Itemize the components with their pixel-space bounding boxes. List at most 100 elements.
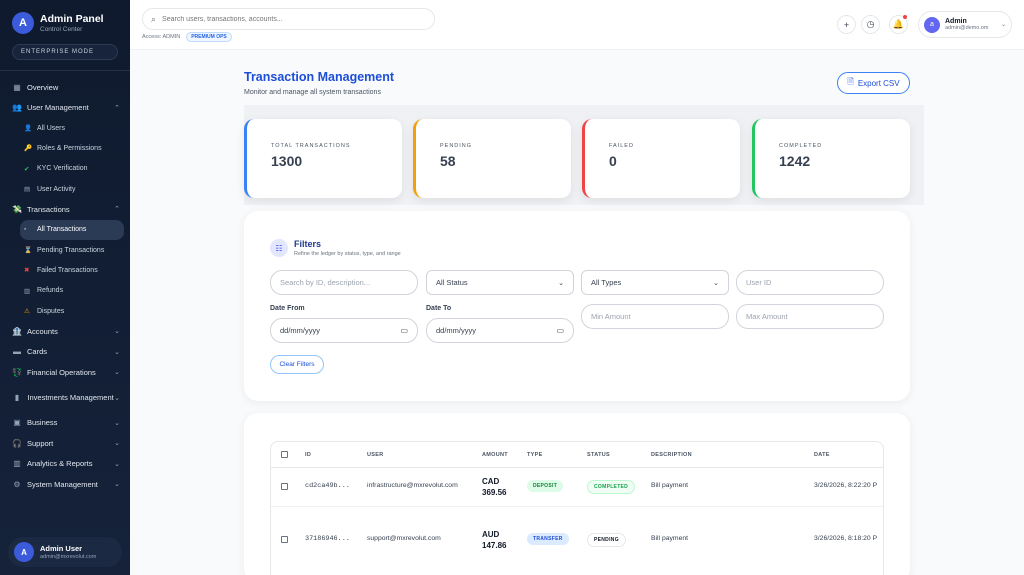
sidebar-item-label: Transactions (27, 204, 70, 214)
status-badge: PENDING (587, 533, 626, 547)
min-amount-placeholder: Min Amount (591, 312, 631, 321)
row-divider (271, 506, 883, 507)
brand: A Admin Panel Control Center (0, 0, 130, 40)
sidebar-item-analytics[interactable]: ▥ Analytics & Reports ⌄ (0, 454, 130, 475)
export-csv-button[interactable]: 🗎 Export CSV (837, 72, 910, 94)
column-header-date[interactable]: DATE (814, 452, 830, 458)
date-from-label: Date From (270, 305, 305, 312)
search-input[interactable] (162, 15, 403, 23)
row-id[interactable]: cd2ca49b... (305, 482, 350, 490)
notifications-button[interactable]: 🔔 (889, 15, 908, 34)
status-value: All Status (436, 278, 468, 287)
filters-panel: ☷ Filters Refine the ledger by status, t… (244, 211, 910, 401)
column-header-amount[interactable]: AMOUNT (482, 452, 508, 458)
row-description: Bill payment (651, 535, 689, 542)
check-circle-icon: ◷ (866, 19, 875, 29)
brand-title: Admin Panel (40, 13, 104, 25)
sidebar-item-support[interactable]: 🎧 Support ⌄ (0, 433, 130, 454)
sidebar-item-overview[interactable]: ▦ Overview (0, 77, 130, 98)
column-header-type[interactable]: TYPE (527, 452, 543, 458)
max-amount-placeholder: Max Amount (746, 312, 788, 321)
row-amount: 369.56 (482, 488, 507, 497)
column-header-description[interactable]: DESCRIPTION (651, 452, 692, 458)
analytics-icon: ▥ (13, 459, 21, 469)
sidebar-subitem-all-transactions[interactable]: ▪ All Transactions (20, 219, 124, 240)
clear-filters-button[interactable]: Clear Filters (270, 355, 324, 374)
sidebar-item-label: Financial Operations (27, 367, 96, 377)
hourglass-icon: ⌛ (24, 247, 33, 255)
min-amount-field[interactable]: Min Amount (581, 304, 729, 329)
page-title: Transaction Management (244, 70, 395, 84)
sidebar: A Admin Panel Control Center ENTERPRISE … (0, 0, 130, 575)
max-amount-field[interactable]: Max Amount (736, 304, 884, 329)
transactions-table: ID USER AMOUNT TYPE STATUS DESCRIPTION D… (270, 441, 884, 575)
global-search[interactable]: ⌕ (142, 8, 435, 30)
status-select[interactable]: All Status ⌄ (426, 270, 574, 295)
sidebar-item-label: Investments Management (27, 392, 114, 402)
transactions-table-panel: ID USER AMOUNT TYPE STATUS DESCRIPTION D… (244, 413, 910, 575)
sidebar-item-transactions[interactable]: 💸 Transactions ⌃ (0, 199, 130, 220)
add-button[interactable]: + (837, 15, 856, 34)
filters-subtitle: Refine the ledger by status, type, and r… (294, 251, 401, 257)
headset-icon: 🎧 (12, 438, 22, 448)
premium-badge: PREMIUM OPS (186, 32, 232, 42)
sidebar-item-cards[interactable]: ▬ Cards ⌄ (0, 342, 130, 363)
date-to-field[interactable]: dd/mm/yyyy ▭ (426, 318, 574, 343)
sidebar-subitem-failed-transactions[interactable]: ✖ Failed Transactions (20, 260, 124, 280)
chevron-down-icon: ⌄ (114, 481, 120, 489)
chevron-up-icon: ⌃ (114, 104, 120, 112)
row-description: Bill payment (651, 482, 689, 489)
stat-card-pending: PENDING 58 (413, 119, 571, 198)
user-id-field[interactable]: User ID (736, 270, 884, 295)
building-icon: ▣ (13, 418, 21, 428)
chevron-down-icon: ⌄ (1000, 22, 1006, 28)
avatar: A (14, 542, 34, 562)
select-all-checkbox[interactable] (281, 451, 288, 458)
mode-badge[interactable]: ENTERPRISE MODE (12, 44, 118, 60)
sliders-icon: ☷ (270, 239, 288, 257)
row-checkbox[interactable] (281, 483, 288, 490)
sidebar-subitem-label: All Users (37, 124, 66, 132)
sidebar-subitem-user-activity[interactable]: ▤ User Activity (20, 179, 124, 199)
column-header-user[interactable]: USER (367, 452, 383, 458)
row-id[interactable]: 37186946... (305, 535, 350, 543)
sidebar-item-label: Cards (27, 347, 48, 357)
sidebar-item-accounts[interactable]: 🏦 Accounts ⌄ (0, 321, 130, 342)
search-field[interactable]: Search by ID, description... (270, 270, 418, 295)
stats-row: TOTAL TRANSACTIONS 1300 PENDING 58 FAILE… (244, 105, 924, 205)
sidebar-user-card[interactable]: A Admin User admin@mxrevolut.com (8, 537, 122, 567)
status-button[interactable]: ◷ (861, 15, 880, 34)
stat-value: 1242 (779, 153, 811, 169)
key-icon: 🔑 (24, 145, 33, 153)
row-currency: CAD (482, 477, 500, 486)
sidebar-subitem-roles[interactable]: 🔑 Roles & Permissions (20, 138, 124, 158)
type-select[interactable]: All Types ⌄ (581, 270, 729, 295)
profile-email: admin@demo.om (945, 25, 989, 31)
column-header-id[interactable]: ID (305, 452, 311, 458)
sidebar-item-user-management[interactable]: 👥 User Management ⌃ (0, 98, 130, 119)
sidebar-divider (0, 70, 130, 71)
header-divider (271, 467, 883, 468)
sidebar-item-system-management[interactable]: ⚙ System Management ⌄ (0, 474, 130, 495)
sidebar-item-investments[interactable]: ▮ Investments Management ⌄ (0, 383, 130, 413)
sidebar-item-financial-operations[interactable]: 💱 Financial Operations ⌄ (0, 362, 130, 383)
sidebar-item-business[interactable]: ▣ Business ⌄ (0, 413, 130, 434)
filters-header: ☷ Filters Refine the ledger by status, t… (270, 239, 401, 257)
sidebar-subitem-all-users[interactable]: 👤 All Users (20, 118, 124, 138)
profile-menu[interactable]: a Admin admin@demo.om ⌄ (918, 11, 1012, 38)
row-user: support@mxrevolut.com (367, 535, 441, 542)
chevron-down-icon: ⌄ (114, 440, 120, 448)
sidebar-item-label: Accounts (27, 326, 58, 336)
calendar-icon[interactable]: ▭ (556, 326, 564, 335)
sidebar-subitem-pending-transactions[interactable]: ⌛ Pending Transactions (20, 240, 124, 260)
sidebar-subitem-kyc[interactable]: ✔ KYC Verification (20, 159, 124, 179)
date-from-field[interactable]: dd/mm/yyyy ▭ (270, 318, 418, 343)
search-placeholder: Search by ID, description... (280, 278, 371, 287)
column-header-status[interactable]: STATUS (587, 452, 610, 458)
calendar-icon[interactable]: ▭ (400, 326, 408, 335)
file-icon: 🗎 (847, 77, 854, 86)
sidebar-subitem-disputes[interactable]: ⚠ Disputes (20, 301, 124, 321)
sidebar-subitem-refunds[interactable]: ▥ Refunds (20, 281, 124, 301)
access-info: Access: ADMIN PREMIUM OPS (142, 32, 232, 42)
row-checkbox[interactable] (281, 536, 288, 543)
